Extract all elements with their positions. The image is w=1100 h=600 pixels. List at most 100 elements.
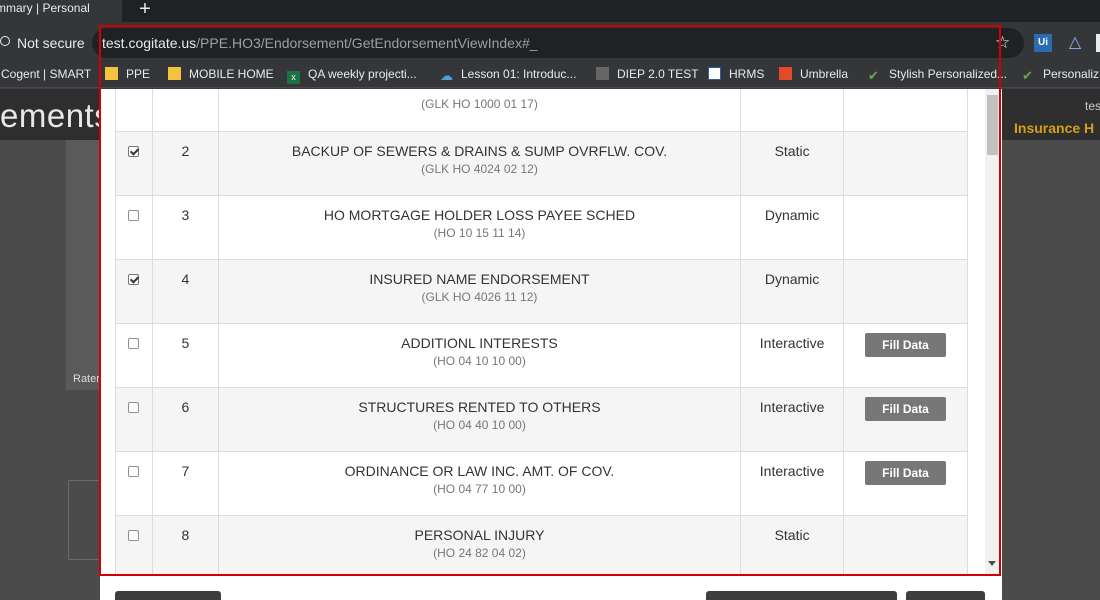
- hrms-icon: [708, 67, 721, 80]
- rater-label: Rater: [73, 373, 100, 385]
- vertical-scrollbar[interactable]: [985, 89, 1000, 575]
- select-checkbox[interactable]: [128, 146, 140, 157]
- scroll-down-arrow-icon[interactable]: [988, 561, 996, 566]
- row-number: 5: [151, 323, 219, 388]
- endorsement-list[interactable]: (GLK HO 1000 01 17) 2 BACKUP OF SEWERS &…: [100, 89, 985, 575]
- folder-icon: [168, 67, 181, 80]
- bookmark-label: MOBILE HOME: [189, 67, 274, 81]
- endorsement-type: Dynamic: [740, 259, 845, 324]
- endorsement-name: BACKUP OF SEWERS & DRAINS & SUMP OVRFLW.…: [291, 143, 668, 159]
- footer-button-middle[interactable]: [706, 591, 897, 600]
- form-code: (HO 24 82 04 02): [433, 546, 526, 560]
- bookmark-item[interactable]: MOBILE HOME: [168, 67, 274, 81]
- bookmark-label: DIEP 2.0 TEST: [617, 67, 699, 81]
- fill-data-button[interactable]: Fill Data: [865, 333, 947, 357]
- bookmark-label: HRMS: [729, 67, 765, 81]
- footer-button-left[interactable]: [115, 591, 221, 600]
- tab-strip: mmary | Personal +: [0, 0, 1100, 22]
- left-box: [68, 480, 104, 560]
- bookmark-item[interactable]: DIEP 2.0 TEST: [596, 67, 699, 81]
- url-host: test.cogitate.us: [102, 35, 197, 51]
- bookmark-item[interactable]: ✔ Personaliz: [1022, 67, 1099, 82]
- endorsement-type: Dynamic: [740, 195, 845, 260]
- table-row: 7 ORDINANCE OR LAW INC. AMT. OF COV. (HO …: [115, 451, 968, 516]
- scrollbar-thumb[interactable]: [987, 95, 998, 155]
- endorsement-type: Static: [740, 131, 845, 196]
- form-code: (HO 04 10 10 00): [433, 354, 526, 368]
- info-icon[interactable]: [0, 36, 10, 46]
- bookmark-item[interactable]: PPE: [105, 67, 150, 81]
- address-bar[interactable]: test.cogitate.us/PPE.HO3/Endorsement/Get…: [92, 28, 1024, 58]
- bookmark-label: PPE: [126, 67, 151, 81]
- row-number: 6: [151, 387, 219, 452]
- table-row: 2 BACKUP OF SEWERS & DRAINS & SUMP OVRFL…: [115, 131, 968, 196]
- form-code: (GLK HO 1000 01 17): [421, 97, 538, 111]
- browser-toolbar: Not secure test.cogitate.us/PPE.HO3/Endo…: [0, 22, 1100, 62]
- page-title: ements: [0, 97, 112, 134]
- select-checkbox[interactable]: [128, 274, 140, 285]
- bookmark-item[interactable]: Cogent | SMART: [1, 67, 91, 81]
- bookmark-item[interactable]: HRMS: [708, 67, 764, 81]
- endorsement-type: Static: [740, 515, 845, 575]
- row-number: 8: [151, 515, 219, 575]
- leaf-icon: ✔: [868, 68, 879, 83]
- select-checkbox[interactable]: [128, 338, 140, 349]
- table-row: 4 INSURED NAME ENDORSEMENT (GLK HO 4026 1…: [115, 259, 968, 324]
- bookmark-label: Cogent | SMART: [1, 67, 92, 81]
- drive-extension-icon[interactable]: △: [1066, 34, 1084, 52]
- select-checkbox[interactable]: [128, 466, 140, 477]
- endorsement-type: Interactive: [740, 323, 845, 388]
- row-number: 3: [151, 195, 219, 260]
- bookmark-item[interactable]: ✔ Stylish Personalized...: [868, 67, 1007, 82]
- bookmark-label: Stylish Personalized...: [889, 67, 1008, 81]
- table-row: 8 PERSONAL INJURY (HO 24 82 04 02) Static: [115, 515, 968, 575]
- fill-data-button[interactable]: Fill Data: [865, 397, 947, 421]
- fill-data-button[interactable]: Fill Data: [865, 461, 947, 485]
- url-text[interactable]: test.cogitate.us/PPE.HO3/Endorsement/Get…: [102, 35, 538, 51]
- endorsement-name: HO MORTGAGE HOLDER LOSS PAYEE SCHED: [323, 207, 636, 223]
- bookmarks-bar: Cogent | SMART PPE MOBILE HOME x QA weekl…: [0, 62, 1100, 88]
- excel-icon: x: [287, 71, 300, 84]
- security-label[interactable]: Not secure: [17, 35, 85, 51]
- bookmark-label: Lesson 01: Introduc...: [461, 67, 577, 81]
- form-code: (HO 04 77 10 00): [433, 482, 526, 496]
- uipath-extension-icon[interactable]: Ui: [1034, 34, 1052, 52]
- endorsement-type: Interactive: [740, 387, 845, 452]
- new-tab-button[interactable]: +: [136, 0, 154, 19]
- bookmark-item[interactable]: ☁ Lesson 01: Introduc...: [440, 67, 576, 82]
- form-code: (GLK HO 4026 11 12): [421, 290, 538, 304]
- bookmark-star-icon[interactable]: ☆: [995, 34, 1010, 51]
- form-code: (HO 04 40 10 00): [433, 418, 526, 432]
- table-row: 6 STRUCTURES RENTED TO OTHERS (HO 04 40 1…: [115, 387, 968, 452]
- select-checkbox[interactable]: [128, 530, 140, 541]
- cloud-icon: ☁: [440, 68, 453, 83]
- row-number: 2: [151, 131, 219, 196]
- endorsement-name: ADDITIONL INTERESTS: [401, 335, 558, 351]
- browser-tab[interactable]: mmary | Personal: [0, 0, 122, 22]
- footer-button-right[interactable]: [906, 591, 985, 600]
- user-label: tes: [1085, 99, 1100, 113]
- bookmark-label: QA weekly projecti...: [308, 67, 417, 81]
- url-path: /PPE.HO3/Endorsement/GetEndorsementViewI…: [196, 35, 538, 51]
- select-checkbox[interactable]: [128, 210, 140, 221]
- diep-icon: [596, 67, 609, 80]
- form-code: (HO 10 15 11 14): [433, 226, 526, 240]
- umbrella-icon: [779, 67, 792, 80]
- extension-icon[interactable]: [1096, 34, 1100, 52]
- endorsement-type: Interactive: [740, 451, 845, 516]
- bookmark-label: Umbrella: [800, 67, 849, 81]
- row-number: 7: [151, 451, 219, 516]
- table-row: 5 ADDITIONL INTERESTS (HO 04 10 10 00) In…: [115, 323, 968, 388]
- endorsement-table: (GLK HO 1000 01 17) 2 BACKUP OF SEWERS &…: [115, 89, 968, 575]
- endorsement-modal: (GLK HO 1000 01 17) 2 BACKUP OF SEWERS &…: [100, 89, 1002, 600]
- bookmark-item[interactable]: x QA weekly projecti...: [287, 67, 417, 84]
- endorsement-name: ORDINANCE OR LAW INC. AMT. OF COV.: [344, 463, 615, 479]
- row-number: 4: [151, 259, 219, 324]
- insurance-label: Insurance H: [1014, 120, 1095, 136]
- form-code: (GLK HO 4024 02 12): [421, 162, 538, 176]
- leaf-icon: ✔: [1022, 68, 1033, 83]
- select-checkbox[interactable]: [128, 402, 140, 413]
- bookmark-item[interactable]: Umbrella: [779, 67, 848, 81]
- endorsement-name: INSURED NAME ENDORSEMENT: [369, 271, 590, 287]
- folder-icon: [105, 67, 118, 80]
